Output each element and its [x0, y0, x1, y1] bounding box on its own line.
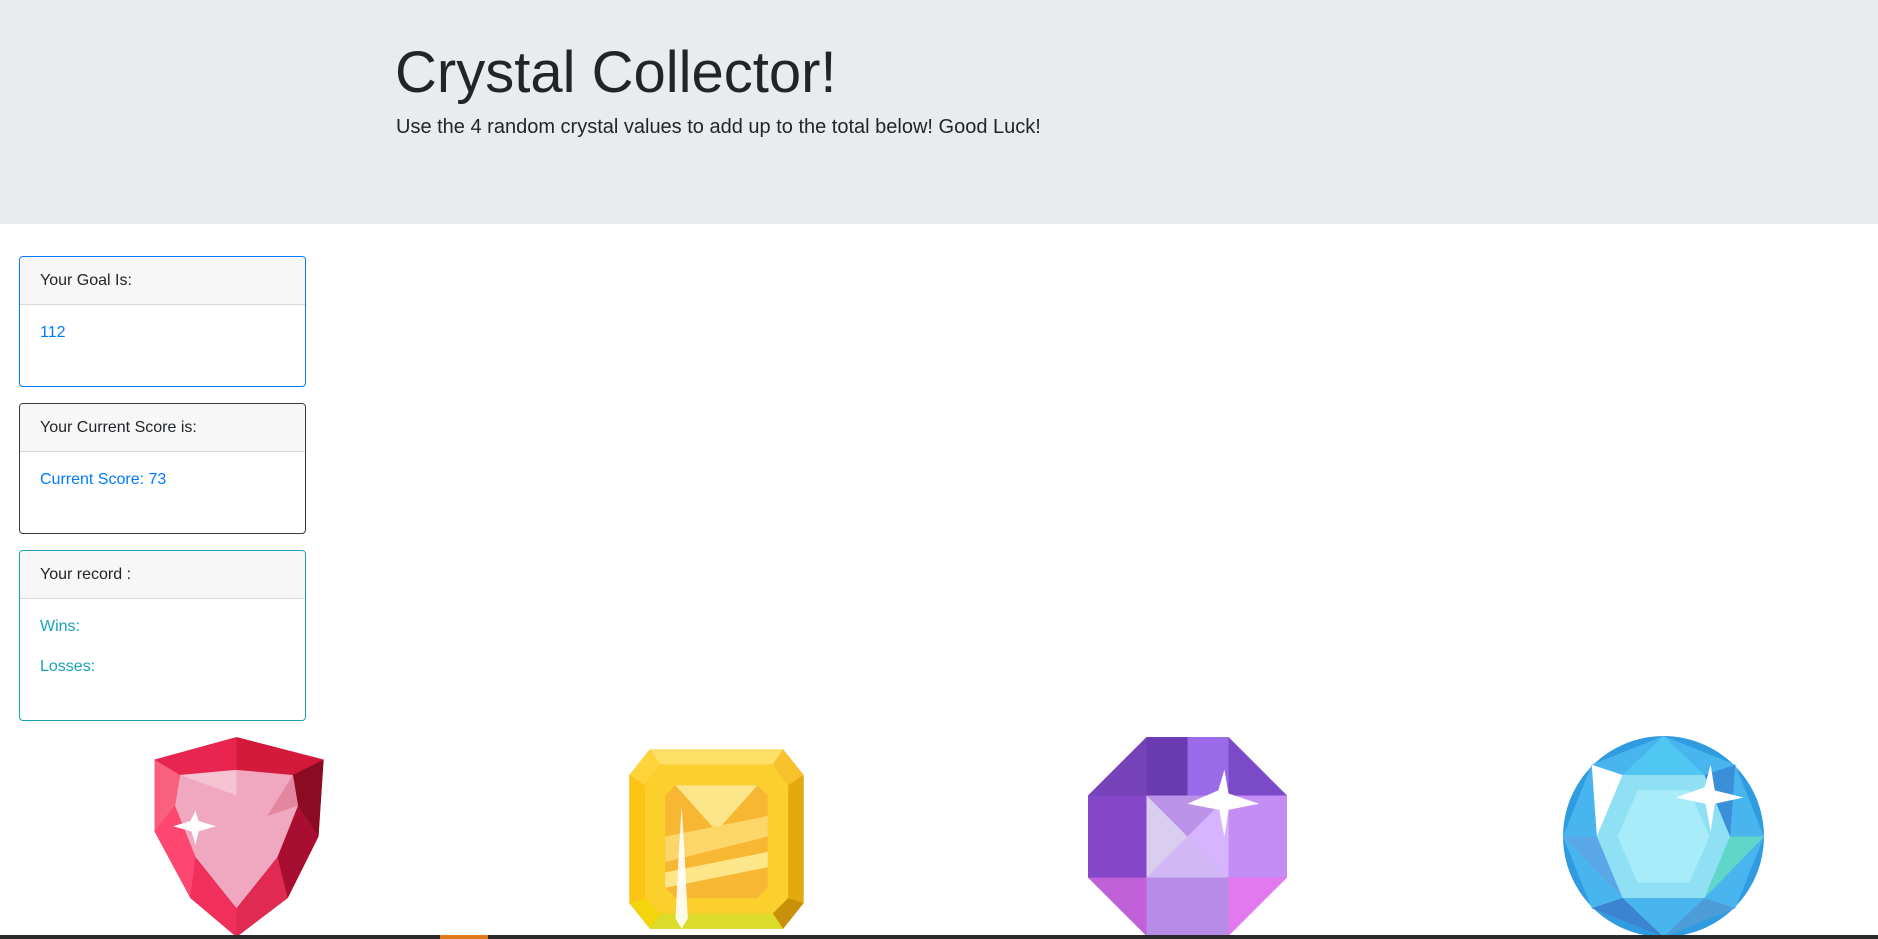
goal-card: Your Goal Is: 112: [19, 256, 306, 387]
goal-card-header: Your Goal Is:: [20, 257, 305, 305]
score-card-header: Your Current Score is:: [20, 404, 305, 452]
yellow-crystal-button[interactable]: [614, 734, 819, 939]
score-card: Your Current Score is: Current Score: 73: [19, 403, 306, 534]
record-card: Your record : Wins: Losses:: [19, 550, 306, 721]
losses-label: Losses:: [40, 658, 96, 675]
current-score-value: Current Score: 73: [40, 471, 167, 488]
red-crystal-icon: [154, 737, 324, 937]
goal-card-body: 112: [20, 305, 305, 342]
record-card-body: Wins: Losses:: [20, 599, 305, 676]
page-subtitle: Use the 4 random crystal values to add u…: [396, 116, 1041, 138]
blue-crystal-icon: [1563, 736, 1764, 937]
blue-crystal-button[interactable]: [1561, 734, 1766, 939]
score-card-body: Current Score: 73: [20, 452, 305, 489]
page-title: Crystal Collector!: [395, 40, 837, 105]
red-crystal-button[interactable]: [134, 734, 339, 939]
bottom-strip: [0, 935, 1878, 939]
purple-crystal-icon: [1088, 737, 1287, 936]
header-jumbotron: Crystal Collector! Use the 4 random crys…: [0, 0, 1878, 224]
bottom-strip-accent: [440, 935, 488, 939]
goal-value: 112: [40, 324, 66, 341]
purple-crystal-button[interactable]: [1085, 734, 1290, 939]
wins-label: Wins:: [40, 618, 80, 635]
record-card-header: Your record :: [20, 551, 305, 599]
yellow-crystal-icon: [629, 749, 804, 929]
